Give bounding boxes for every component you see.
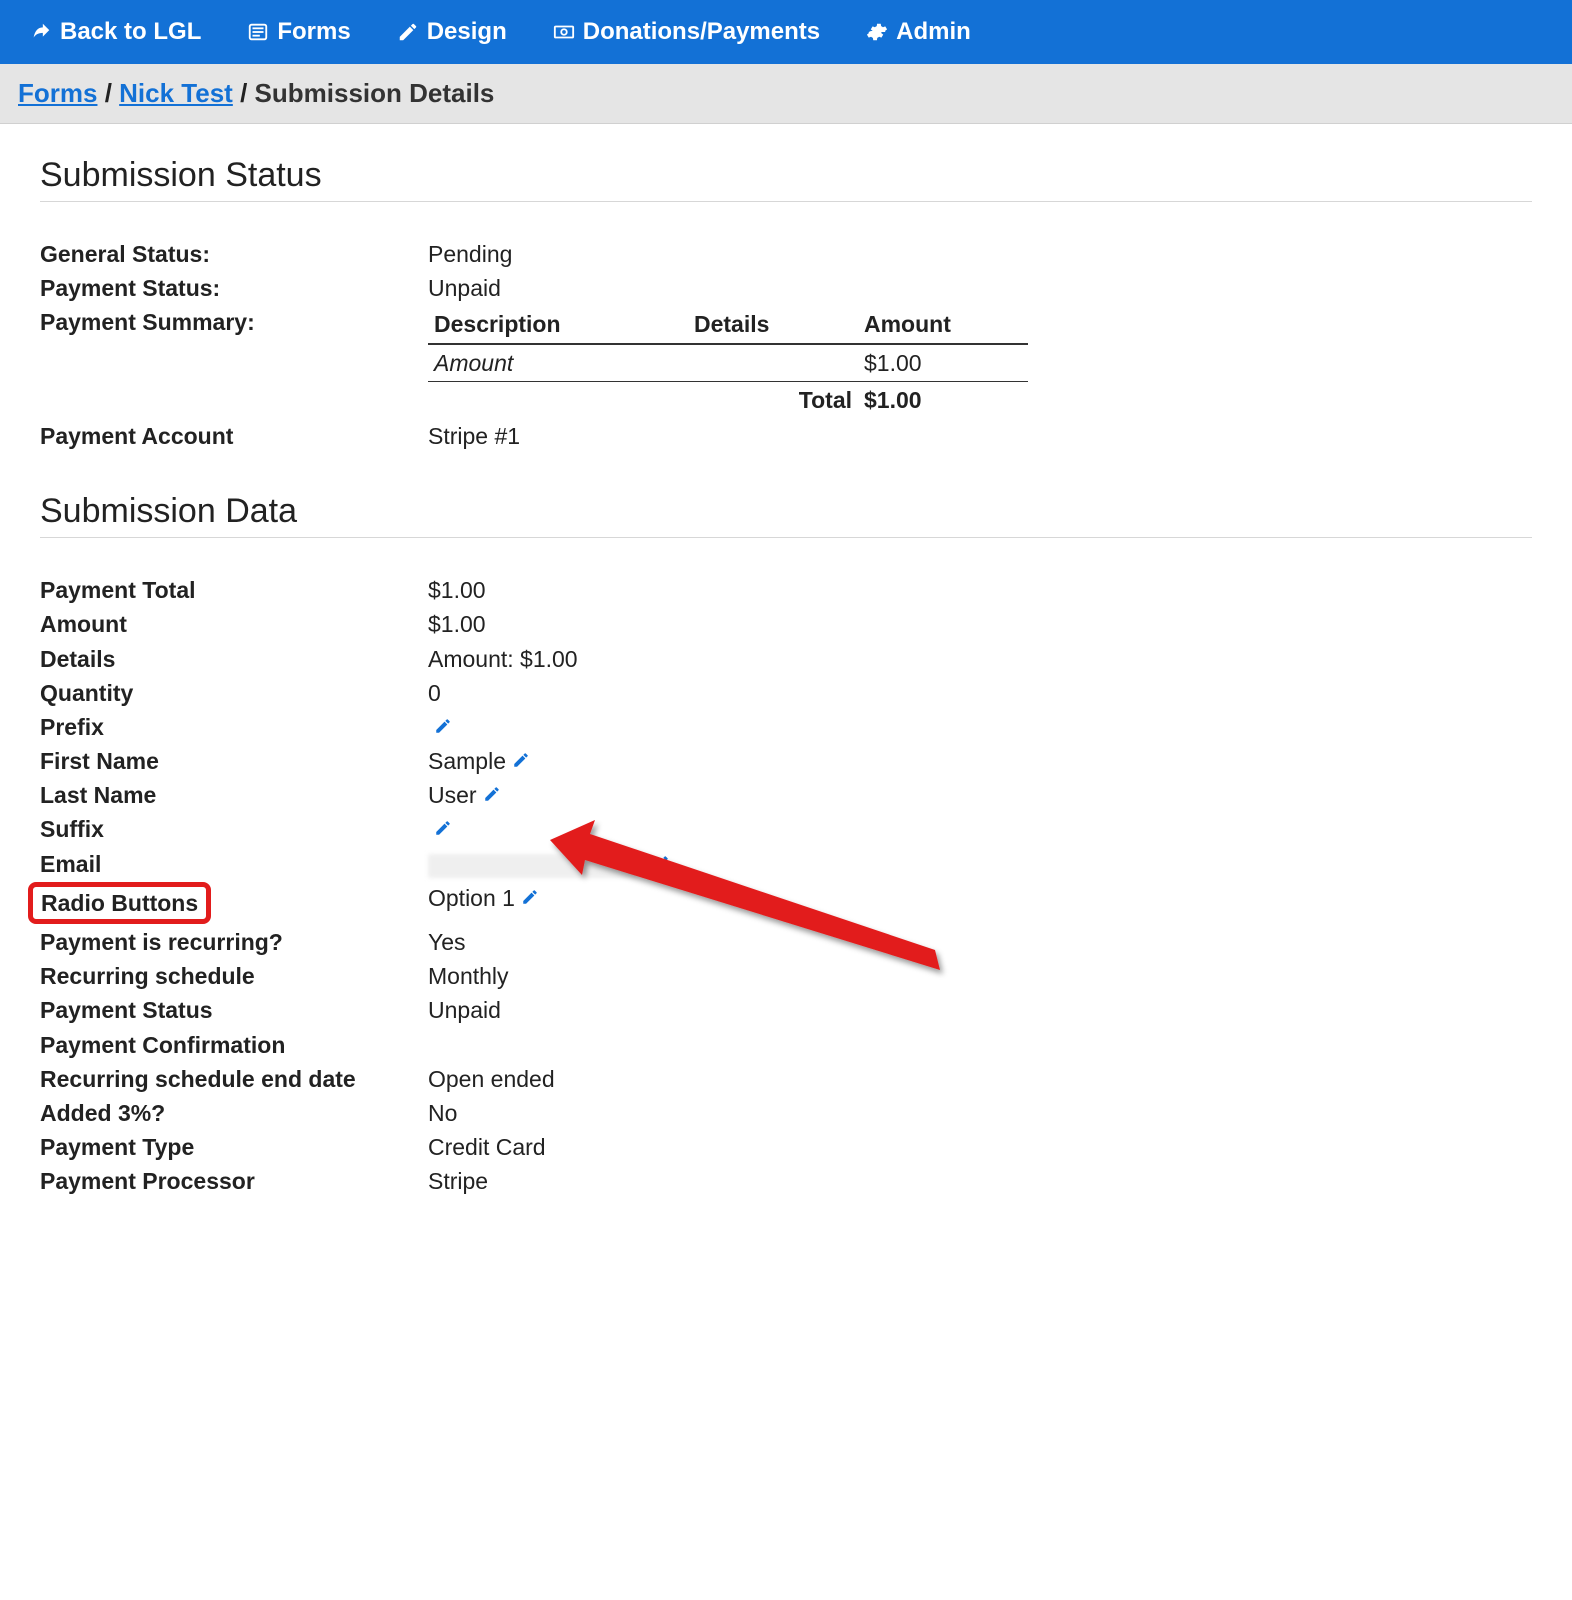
value-details: Amount: $1.00: [428, 643, 1532, 675]
edit-first-name-icon[interactable]: [512, 745, 530, 777]
label-last-name: Last Name: [40, 779, 428, 811]
value-end-date: Open ended: [428, 1063, 1532, 1095]
label-details: Details: [40, 643, 428, 675]
label-pay-type: Payment Type: [40, 1131, 428, 1163]
label-payment-status: Payment Status:: [40, 272, 428, 304]
breadcrumb-current: Submission Details: [255, 78, 495, 108]
share-icon: [30, 21, 52, 43]
label-quantity: Quantity: [40, 677, 428, 709]
value-payment-status: Unpaid: [428, 272, 1532, 304]
label-payment-account: Payment Account: [40, 420, 428, 452]
label-payment-total: Payment Total: [40, 574, 428, 606]
nav-forms[interactable]: Forms: [247, 18, 350, 46]
label-first-name: First Name: [40, 745, 428, 777]
payment-summary-table: Description Details Amount Amount $1.00 …: [428, 306, 1028, 418]
nav-back-label: Back to LGL: [60, 18, 201, 46]
nav-forms-label: Forms: [277, 18, 350, 46]
label-added-3: Added 3%?: [40, 1097, 428, 1129]
value-processor: Stripe: [428, 1165, 1532, 1197]
nav-design-label: Design: [427, 18, 507, 46]
label-radio-buttons: Radio Buttons: [28, 882, 211, 924]
label-confirmation: Payment Confirmation: [40, 1029, 428, 1061]
label-end-date: Recurring schedule end date: [40, 1063, 428, 1095]
value-pay-status: Unpaid: [428, 994, 1532, 1026]
label-payment-summary: Payment Summary:: [40, 306, 428, 338]
td-row-desc: Amount: [428, 344, 688, 382]
td-row-amount: $1.00: [858, 344, 1028, 382]
section-data-title: Submission Data: [40, 492, 1532, 538]
nav-admin[interactable]: Admin: [866, 18, 971, 46]
label-suffix: Suffix: [40, 813, 428, 845]
label-pay-status: Payment Status: [40, 994, 428, 1026]
edit-email-icon[interactable]: [652, 848, 670, 880]
th-description: Description: [428, 306, 688, 343]
value-pay-type: Credit Card: [428, 1131, 1532, 1163]
top-nav: Back to LGL Forms Design Donations/Payme…: [0, 0, 1572, 64]
value-first-name: Sample: [428, 748, 506, 774]
edit-radio-buttons-icon[interactable]: [521, 882, 539, 914]
edit-last-name-icon[interactable]: [483, 779, 501, 811]
nav-back-to-lgl[interactable]: Back to LGL: [30, 18, 201, 46]
label-recurring: Payment is recurring?: [40, 926, 428, 958]
pencil-icon: [397, 21, 419, 43]
label-prefix: Prefix: [40, 711, 428, 743]
breadcrumb-formname-link[interactable]: Nick Test: [119, 78, 233, 108]
td-total-amount: $1.00: [858, 381, 1028, 418]
value-schedule: Monthly: [428, 960, 1532, 992]
value-payment-account: Stripe #1: [428, 420, 1532, 452]
td-total-label: Total: [688, 381, 858, 418]
edit-suffix-icon[interactable]: [434, 813, 452, 845]
label-general-status: General Status:: [40, 238, 428, 270]
form-icon: [247, 21, 269, 43]
value-amount: $1.00: [428, 608, 1532, 640]
th-amount: Amount: [858, 306, 1028, 343]
gear-icon: [866, 21, 888, 43]
value-payment-total: $1.00: [428, 574, 1532, 606]
nav-donations[interactable]: Donations/Payments: [553, 18, 820, 46]
value-email-redacted: [428, 854, 638, 878]
value-added-3: No: [428, 1097, 1532, 1129]
edit-prefix-icon[interactable]: [434, 711, 452, 743]
label-amount: Amount: [40, 608, 428, 640]
nav-donations-label: Donations/Payments: [583, 18, 820, 46]
money-icon: [553, 21, 575, 43]
nav-admin-label: Admin: [896, 18, 971, 46]
value-last-name: User: [428, 782, 477, 808]
section-status-title: Submission Status: [40, 156, 1532, 202]
breadcrumb: Forms / Nick Test / Submission Details: [0, 64, 1572, 124]
nav-design[interactable]: Design: [397, 18, 507, 46]
value-recurring: Yes: [428, 926, 1532, 958]
value-general-status: Pending: [428, 238, 1532, 270]
breadcrumb-forms-link[interactable]: Forms: [18, 78, 97, 108]
th-details: Details: [688, 306, 858, 343]
label-email: Email: [40, 848, 428, 880]
label-schedule: Recurring schedule: [40, 960, 428, 992]
value-radio-buttons: Option 1: [428, 885, 515, 911]
value-quantity: 0: [428, 677, 1532, 709]
label-processor: Payment Processor: [40, 1165, 428, 1197]
